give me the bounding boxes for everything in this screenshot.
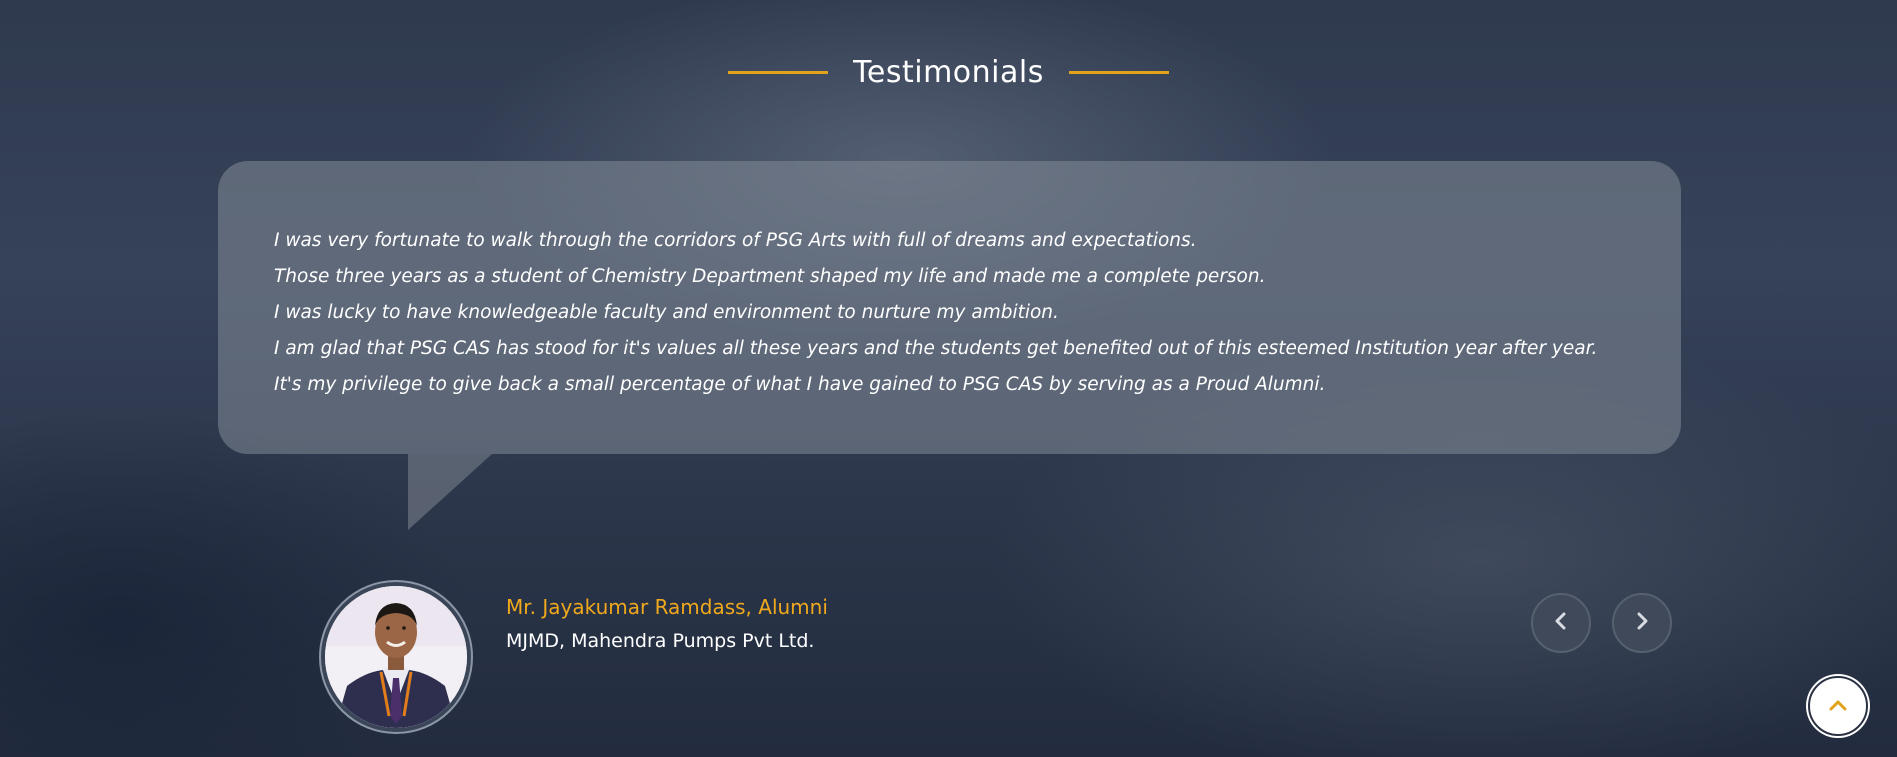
chevron-left-icon	[1553, 612, 1569, 634]
heading-left-divider	[728, 71, 829, 74]
section-title: Testimonials	[853, 55, 1044, 90]
heading-right-divider	[1068, 71, 1169, 74]
quote-line: I was very fortunate to walk through the…	[274, 230, 1197, 251]
author-photo	[325, 586, 467, 728]
quote-line: Those three years as a student of Chemis…	[274, 266, 1266, 287]
author-avatar	[319, 580, 473, 734]
back-to-top-button[interactable]	[1808, 676, 1868, 736]
testimonials-section: Testimonials I was very fortunate to wal…	[0, 0, 1897, 757]
quote-line: I am glad that PSG CAS has stood for it'…	[274, 338, 1598, 359]
chevron-right-icon	[1634, 612, 1650, 634]
next-testimonial-button[interactable]	[1612, 593, 1672, 653]
author-title: MJMD, Mahendra Pumps Pvt Ltd.	[506, 630, 815, 652]
previous-testimonial-button[interactable]	[1531, 593, 1591, 653]
testimonial-quote-bubble: I was very fortunate to walk through the…	[218, 161, 1681, 454]
chevron-up-icon	[1829, 697, 1847, 716]
section-heading: Testimonials	[0, 55, 1897, 90]
bubble-tail	[408, 454, 492, 530]
quote-line: It's my privilege to give back a small p…	[274, 374, 1326, 395]
author-name: Mr. Jayakumar Ramdass, Alumni	[506, 595, 828, 619]
quote-line: I was lucky to have knowledgeable facult…	[274, 302, 1059, 323]
